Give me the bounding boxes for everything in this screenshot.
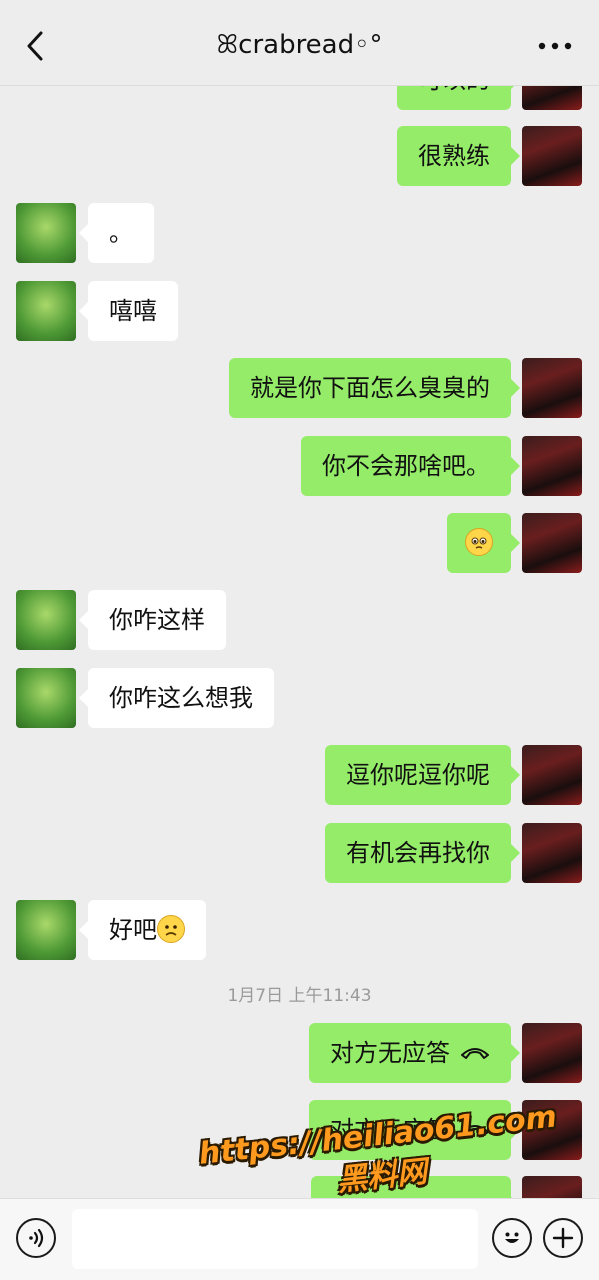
contact-avatar[interactable] (16, 203, 76, 263)
message-bubble-sent[interactable] (447, 513, 520, 573)
message-bubble-received[interactable]: 你咋这么想我 (79, 668, 274, 728)
my-avatar[interactable] (522, 358, 582, 418)
contact-avatar[interactable] (16, 900, 76, 960)
pleading-face-emoji-icon (465, 528, 493, 556)
message-bubble-sent[interactable]: 可以的 (397, 86, 520, 110)
message-bubble-received[interactable]: 嘻嘻 (79, 281, 178, 341)
message-timestamp: 1月7日 上午11:43 (227, 986, 372, 1006)
call-record-bubble[interactable]: 对方无应答 (309, 1021, 520, 1083)
contact-avatar[interactable] (16, 590, 76, 650)
my-avatar[interactable] (522, 745, 582, 805)
message-list[interactable]: 可以的 很熟练 。 嘻嘻 就是你下面怎么臭臭的 你不会那啥吧。 你 (0, 86, 599, 1198)
plus-icon[interactable] (543, 1218, 583, 1258)
my-avatar[interactable] (522, 823, 582, 883)
contact-avatar[interactable] (16, 668, 76, 728)
input-bar (0, 1198, 599, 1280)
my-avatar[interactable] (522, 513, 582, 573)
voice-icon[interactable] (16, 1218, 56, 1258)
chat-title: ꕤcrabread◦° (216, 30, 383, 60)
chat-header: ꕤcrabread◦° (0, 0, 599, 86)
call-status-text: 对方无应答 (330, 1039, 450, 1067)
my-avatar[interactable] (522, 1023, 582, 1083)
message-bubble-sent[interactable]: 逗你呢逗你呢 (325, 745, 520, 805)
phone-hangup-icon (460, 1021, 490, 1081)
message-bubble-received[interactable]: 。 (79, 203, 154, 263)
contact-avatar[interactable] (16, 281, 76, 341)
message-bubble-sent[interactable]: 很熟练 (397, 126, 520, 186)
message-text: 好吧 (109, 916, 157, 944)
my-avatar[interactable] (522, 86, 582, 110)
my-avatar[interactable] (522, 126, 582, 186)
message-input[interactable] (72, 1209, 478, 1269)
message-bubble-sent[interactable]: 有机会再找你 (325, 823, 520, 883)
message-bubble-sent[interactable]: 就是你下面怎么臭臭的 (229, 358, 520, 418)
message-bubble-sent[interactable]: 你不会那啥吧。 (301, 436, 520, 496)
message-bubble-received[interactable]: 好吧 (79, 900, 206, 960)
emoji-icon[interactable] (492, 1218, 532, 1258)
my-avatar[interactable] (522, 436, 582, 496)
more-dots-icon[interactable] (535, 30, 575, 62)
message-bubble-received[interactable]: 你咋这样 (79, 590, 226, 650)
frown-face-emoji-icon (157, 915, 185, 943)
